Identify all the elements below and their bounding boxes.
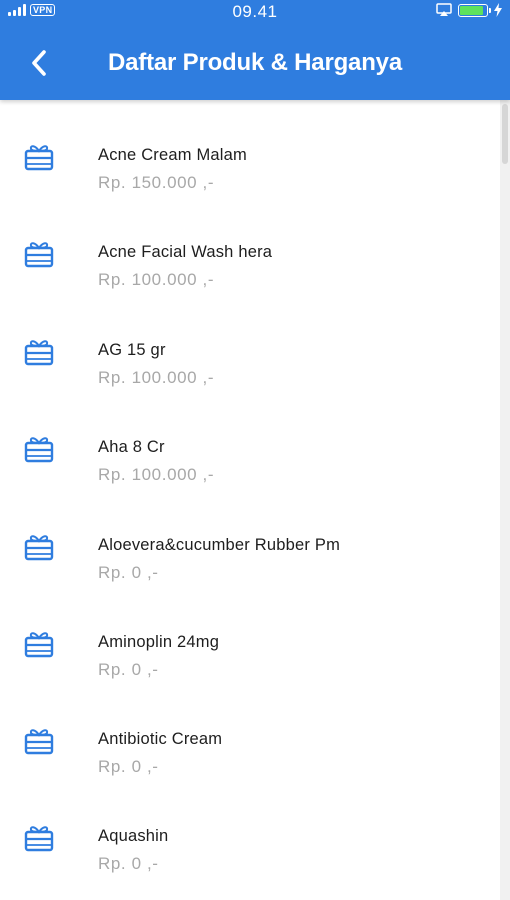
gift-box-icon (24, 535, 54, 561)
list-item[interactable]: Aha 8 Cr Rp. 100.000 ,- (0, 392, 500, 489)
battery-icon (458, 3, 491, 17)
product-price: Rp. 100.000 ,- (98, 368, 215, 387)
page-title: Daftar Produk & Harganya (108, 49, 402, 76)
product-name: Aloevera&cucumber Rubber Pm (98, 536, 341, 554)
status-bar: VPN 09.41 (0, 0, 510, 24)
status-time: 09.41 (232, 2, 278, 21)
product-price: Rp. 0 ,- (98, 563, 159, 582)
list-item[interactable]: AG 15 gr Rp. 100.000 ,- (0, 295, 500, 392)
charging-icon (494, 3, 502, 17)
scrollbar-thumb[interactable] (502, 104, 508, 164)
gift-box-icon (24, 242, 54, 268)
product-price: Rp. 100.000 ,- (98, 465, 215, 484)
list-item[interactable]: Aminoplin 24mg Rp. 0 ,- (0, 587, 500, 684)
product-price: Rp. 150.000 ,- (98, 173, 215, 192)
gift-box-icon (24, 826, 54, 852)
list-item[interactable]: Aquashin Rp. 0 ,- (0, 781, 500, 878)
app-bar: VPN 09.41 Daftar Produk & Harganya (0, 0, 510, 100)
product-name: Acne Cream Malam (98, 146, 247, 164)
list-item[interactable]: Acne Cream Malam Rp. 150.000 ,- (0, 100, 500, 197)
product-price: Rp. 100.000 ,- (98, 270, 215, 289)
product-price: Rp. 0 ,- (98, 660, 159, 679)
product-name: Aha 8 Cr (98, 438, 165, 456)
list-item[interactable]: Antibiotic Cream Rp. 0 ,- (0, 684, 500, 781)
product-name: AG 15 gr (98, 341, 166, 359)
list-item[interactable]: Aloevera&cucumber Rubber Pm Rp. 0 ,- (0, 490, 500, 587)
product-price: Rp. 0 ,- (98, 757, 159, 776)
product-name: Antibiotic Cream (98, 730, 223, 748)
product-price: Rp. 0 ,- (98, 854, 159, 873)
gift-box-icon (24, 729, 54, 755)
status-right (436, 3, 502, 17)
airplay-icon (436, 3, 452, 16)
product-name: Aminoplin 24mg (98, 633, 220, 651)
list-item[interactable]: Acne Facial Wash hera Rp. 100.000 ,- (0, 197, 500, 294)
gift-box-icon (24, 437, 54, 463)
gift-box-icon (24, 632, 54, 658)
gift-box-icon (24, 145, 54, 171)
product-name: Acne Facial Wash hera (98, 243, 273, 261)
gift-box-icon (24, 340, 54, 366)
product-list[interactable]: Acne Cream Malam Rp. 150.000 ,- Acne Fac… (0, 100, 500, 900)
product-name: Aquashin (98, 827, 169, 845)
scrollbar-track[interactable] (500, 100, 510, 900)
